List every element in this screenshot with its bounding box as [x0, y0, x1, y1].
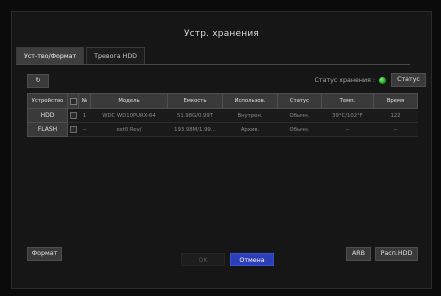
table-row[interactable]: FLASH -- ext0 Rev/ 193.98M/1.99... Архив… [27, 122, 418, 137]
arb-button[interactable]: ARB [346, 247, 371, 261]
refresh-icon: ↻ [35, 77, 41, 84]
col-select-all[interactable] [67, 93, 79, 109]
row-device: FLASH [27, 122, 68, 137]
format-button[interactable]: Формат [27, 247, 62, 261]
row-number: 1 [78, 108, 91, 123]
storage-status-area: Статус хранения : Статус [315, 73, 426, 87]
row-model: ext0 Rev/ [90, 122, 168, 137]
row-usage[interactable]: Внутрен. [222, 108, 278, 123]
col-temp: Темп. [321, 93, 374, 109]
row-select[interactable] [67, 122, 79, 137]
refresh-button[interactable]: ↻ [27, 74, 49, 88]
col-time: Время [373, 93, 418, 109]
col-usage: Использов. [222, 93, 278, 109]
row-device: HDD [27, 108, 68, 123]
row-status: Обычн. [277, 122, 322, 137]
tab-hdd-alarm[interactable]: Тревога HDD [86, 47, 146, 64]
col-number: № [78, 93, 91, 109]
row-temp: -- [321, 122, 374, 137]
status-button[interactable]: Статус [391, 73, 426, 87]
window-title: Устр. хранения [183, 29, 260, 39]
hdd-allocation-button[interactable]: Расп.HDD [375, 247, 418, 261]
col-capacity: Емкость [167, 93, 223, 109]
row-usage[interactable]: Архив. [222, 122, 278, 137]
ok-button[interactable]: OK [181, 253, 225, 266]
row-number: -- [78, 122, 91, 137]
row-model: WDC WD10PURX-64 [90, 108, 168, 123]
row-checkbox[interactable] [69, 112, 77, 119]
tab-device-format[interactable]: Уст-тво/Формат [16, 47, 85, 64]
table-header-row: Устройство № Модель Емкость Использов. С… [27, 93, 418, 109]
row-time: 122 [373, 108, 418, 123]
row-temp: 39°C/102°F [321, 108, 374, 123]
col-device: Устройство [27, 93, 68, 109]
col-model: Модель [90, 93, 168, 109]
select-all-checkbox[interactable] [69, 97, 77, 105]
storage-status-label: Статус хранения : [314, 76, 375, 84]
col-status: Статус [277, 93, 322, 109]
tab-bar: Уст-тво/Формат Тревога HDD [16, 47, 147, 64]
row-select[interactable] [67, 108, 79, 123]
storage-table: Устройство № Модель Емкость Использов. С… [27, 93, 418, 137]
status-led-icon [379, 76, 386, 84]
row-capacity: 193.98M/1.99... [167, 122, 223, 137]
tab-divider [16, 64, 410, 65]
row-time: -- [373, 122, 418, 137]
row-status: Обычн. [277, 108, 322, 123]
cancel-button[interactable]: Отмена [230, 253, 274, 266]
row-checkbox[interactable] [69, 126, 77, 133]
table-row[interactable]: HDD 1 WDC WD10PURX-64 51.98G/0.99T Внутр… [27, 108, 418, 123]
row-capacity: 51.98G/0.99T [167, 108, 223, 123]
